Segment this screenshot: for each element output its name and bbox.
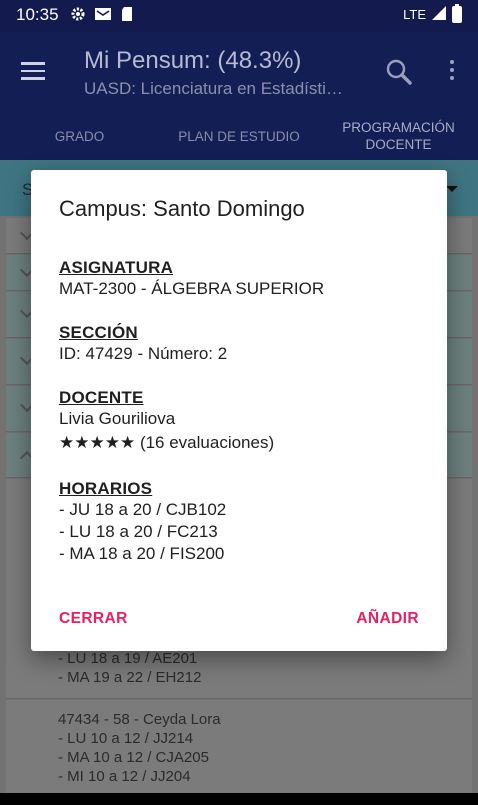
schedule-lines: - LU 18 a 19 / AE201 - MA 19 a 22 / EH21… (58, 650, 202, 686)
tab-plan-de-estudio[interactable]: PLAN DE ESTUDIO (159, 112, 319, 160)
tab-grado[interactable]: GRADO (0, 112, 159, 160)
settings-icon (70, 6, 86, 27)
asignatura-value: MAT-2300 - ÁLGEBRA SUPERIOR (59, 279, 325, 298)
status-bar: 10:35 LTE (0, 0, 478, 32)
horarios-label: HORARIOS (59, 479, 153, 498)
tab-programacion-docente[interactable]: PROGRAMACIÓN DOCENTE (319, 112, 478, 160)
horario-item: - MA 18 a 20 / FIS200 (59, 544, 225, 563)
asignatura-label: ASIGNATURA (59, 258, 174, 277)
tab-bar: GRADO PLAN DE ESTUDIO PROGRAMACIÓN DOCEN… (0, 112, 478, 240)
dialog-title: Campus: Santo Domingo (59, 196, 305, 221)
section-detail-dialog: Campus: Santo Domingo ASIGNATURA MAT-230… (31, 170, 447, 651)
docente-label: DOCENTE (59, 388, 144, 407)
rating-count: (16 evaluaciones) (139, 433, 275, 452)
close-button[interactable]: CERRAR (59, 610, 128, 628)
seccion-value: ID: 47429 - Número: 2 (59, 344, 228, 363)
navigation-bar (0, 793, 478, 805)
page-subtitle: UASD: Licenciatura en Estadísti… (84, 79, 343, 98)
list-item[interactable]: 47434 - 58 - Ceyda Lora - LU 10 a 12 / J… (6, 700, 472, 793)
signal-icon (432, 6, 446, 23)
horario-item: - JU 18 a 20 / CJB102 (59, 500, 227, 519)
page-title: Mi Pensum: (48.3%) (84, 47, 302, 74)
sd-card-icon (120, 6, 134, 27)
mail-icon (94, 6, 112, 27)
horarios-list: - JU 18 a 20 / CJB102 - LU 18 a 20 / FC2… (59, 499, 226, 565)
app-bar: Mi Pensum: (48.3%) UASD: Licenciatura en… (0, 32, 478, 240)
add-button[interactable]: AÑADIR (356, 610, 419, 628)
docente-name: Livia Gouriliova (59, 409, 176, 428)
dropdown-arrow-icon[interactable] (446, 186, 458, 192)
rating-stars-icon: ★★★★★ (59, 433, 136, 452)
battery-icon (452, 4, 462, 23)
more-options-icon[interactable] (446, 60, 458, 84)
menu-icon[interactable] (21, 62, 45, 80)
search-icon[interactable] (385, 58, 413, 86)
docente-rating: ★★★★★ (16 evaluaciones) (59, 432, 274, 454)
schedule-lines: 47434 - 58 - Ceyda Lora - LU 10 a 12 / J… (58, 711, 221, 785)
horario-item: - LU 18 a 20 / FC213 (59, 522, 218, 541)
network-label: LTE (403, 7, 426, 22)
seccion-label: SECCIÓN (59, 323, 138, 342)
status-time: 10:35 (16, 5, 59, 24)
